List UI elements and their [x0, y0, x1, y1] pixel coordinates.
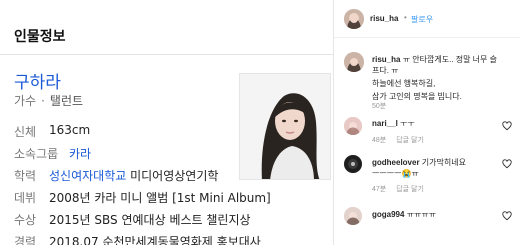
caption-line-2: 프다. ㅠ [372, 66, 399, 75]
info-value-wrapper: 카라 [69, 145, 91, 162]
instagram-comments-panel: risu_ha • 팔로우 risu_ha ㅠ 안타깝게도.. 정말 너무 슬 … [333, 0, 520, 245]
profile-photo[interactable] [239, 73, 331, 180]
comment-avatar[interactable] [344, 155, 362, 173]
caption-line: risu_ha ㅠ 안타깝게도.. 정말 너무 슬 [372, 54, 517, 65]
role-kind: 탤런트 [49, 94, 84, 108]
comment-text: goga994 ㅠㅠㅠㅠ [372, 209, 436, 220]
comment-body-2: ㅡㅡㅡㅡ😭ㅠ [372, 169, 419, 178]
caption-username[interactable]: risu_ha [372, 55, 400, 64]
info-label: 데뷔 [14, 191, 37, 205]
comment-avatar[interactable] [344, 117, 362, 135]
comment-meta: 47분 답글 달기 [372, 184, 432, 194]
comment-text: godheelover 기가막히네요 ㅡㅡㅡㅡ😭ㅠ [372, 157, 466, 179]
heart-icon[interactable] [502, 159, 512, 169]
profile-photo-illustration [240, 74, 330, 179]
owner-username[interactable]: risu_ha [370, 14, 398, 23]
avatar-image [344, 117, 362, 135]
caption-age: 50분 [372, 103, 387, 110]
role-job: 가수 [14, 94, 37, 108]
info-value: 2015년 SBS 연예대상 베스트 챌린지상 [49, 213, 251, 227]
info-label: 학력 [14, 169, 37, 183]
comment-avatar[interactable] [344, 207, 362, 225]
comment-text: nari__l ㅜㅜ [372, 118, 415, 129]
comment-age: 48분 [372, 137, 387, 144]
info-label: 수상 [14, 213, 37, 227]
comment-line: godheelover 기가막히네요 [372, 157, 466, 168]
info-value: 163cm [49, 123, 91, 137]
heart-icon[interactable] [502, 121, 512, 131]
follow-button[interactable]: 팔로우 [411, 14, 433, 25]
comment-meta: 48분 답글 달기 [372, 135, 432, 145]
comment-age: 47분 [372, 186, 387, 193]
profile-info-panel: 인물정보 구하라 가수 · 탤런트 신체 163cm 소속그룹 카라 학력 성신여자… [0, 0, 333, 245]
avatar-image [344, 155, 362, 173]
comment-body: ㅜㅜ [397, 119, 415, 128]
person-name-link[interactable]: 구하라 [14, 68, 61, 93]
info-value: 미디어영상연기학 [126, 169, 219, 183]
avatar-image [344, 207, 362, 225]
panel-title: 인물정보 [14, 29, 66, 45]
caption-avatar[interactable] [344, 52, 364, 72]
comment-username[interactable]: goga994 [372, 210, 404, 219]
avatar-image [344, 9, 364, 29]
reply-button[interactable]: 답글 달기 [396, 186, 424, 193]
info-value: 2018.07 순천만세계동물영화제 홍보대사 [49, 235, 261, 245]
info-label: 소속그룹 [14, 147, 59, 161]
comment-username[interactable]: nari__l [372, 119, 398, 128]
comment-body: 기가막히네요 [419, 158, 466, 167]
person-role: 가수 · 탤런트 [14, 92, 83, 109]
info-value: 2008년 카라 미니 앨범 [1st Mini Album] [49, 191, 271, 205]
panel-header: 인물정보 [0, 0, 333, 55]
avatar-image [344, 52, 364, 72]
caption-line-3: 하늘에선 행복하길, [372, 79, 436, 88]
post-header: risu_ha • 팔로우 [334, 0, 520, 38]
info-label: 경력 [14, 235, 37, 245]
heart-icon[interactable] [502, 211, 512, 221]
info-value-wrapper: 성신여자대학교 미디어영상연기학 [49, 167, 218, 184]
reply-button[interactable]: 답글 달기 [396, 137, 424, 144]
dot-separator: • [404, 13, 407, 22]
caption-line-1: ㅠ 안타깝게도.. 정말 너무 슬 [400, 55, 497, 64]
school-link[interactable]: 성신여자대학교 [49, 169, 126, 183]
role-separator: · [41, 94, 45, 108]
owner-avatar[interactable] [344, 9, 364, 29]
comment-username[interactable]: godheelover [372, 158, 420, 167]
group-link[interactable]: 카라 [69, 147, 91, 161]
comment-body: ㅠㅠㅠㅠ [404, 210, 437, 219]
info-label: 신체 [14, 125, 37, 139]
caption-text: risu_ha ㅠ 안타깝게도.. 정말 너무 슬 프다. ㅠ 하늘에선 행복하… [372, 54, 517, 102]
caption-meta: 50분 [372, 101, 394, 111]
